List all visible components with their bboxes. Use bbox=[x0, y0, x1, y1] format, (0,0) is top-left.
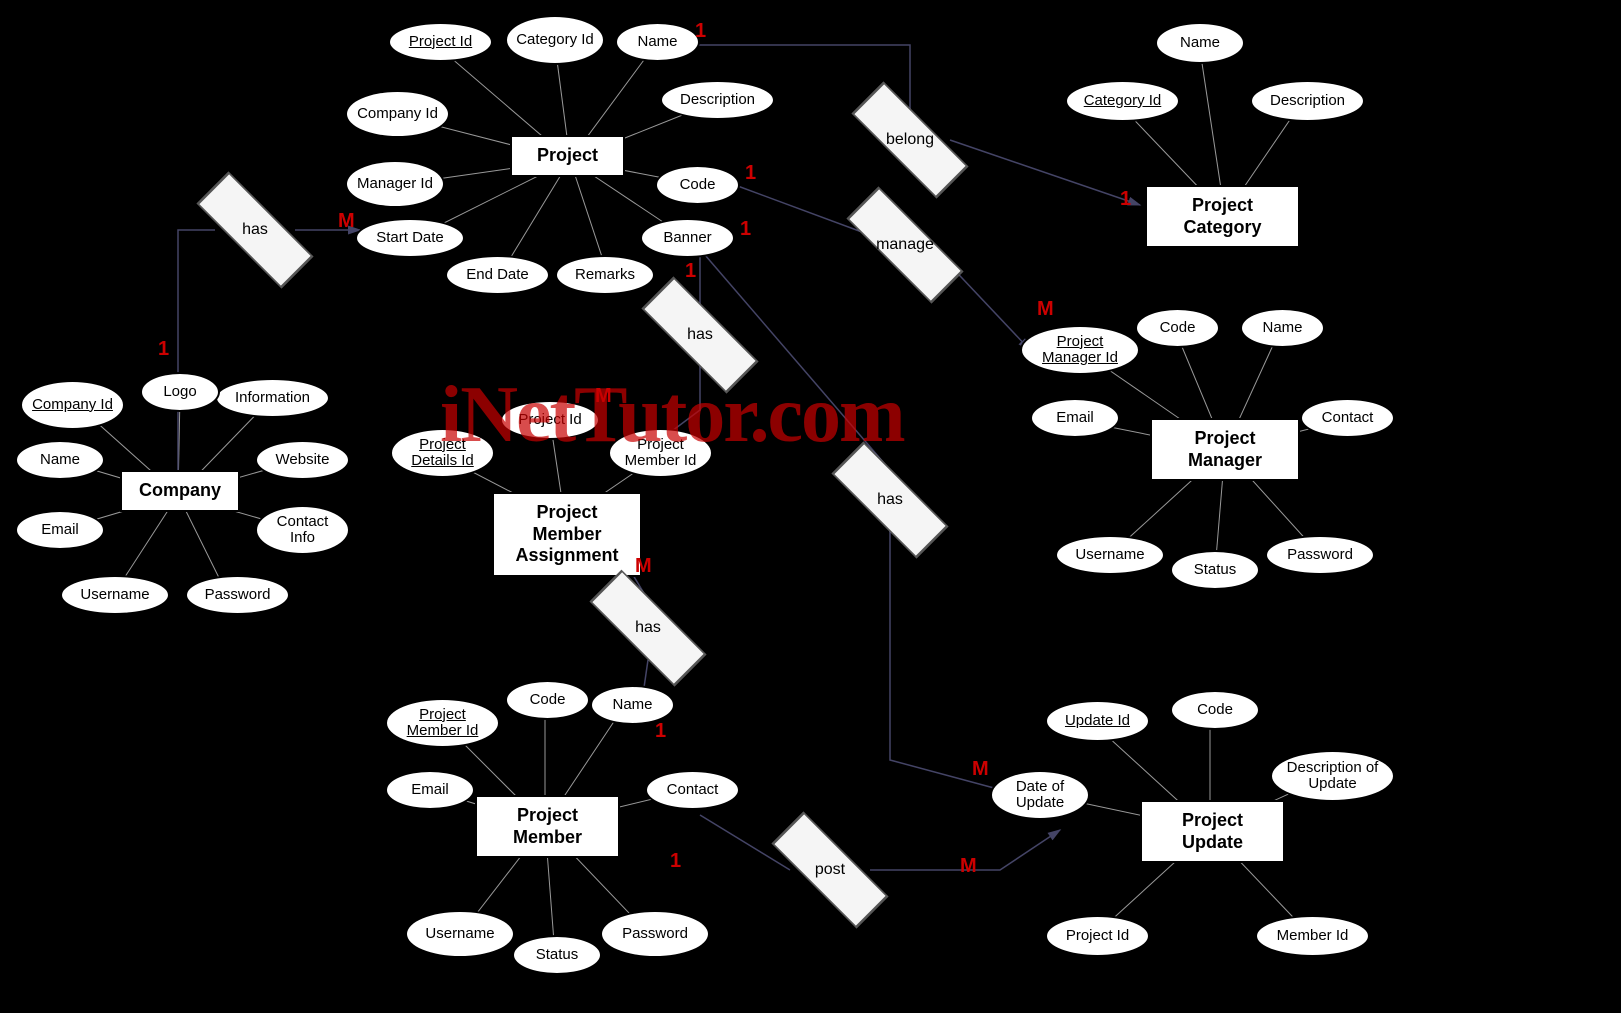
attr-pm-contact: Contact bbox=[1300, 398, 1395, 438]
attr-pm-name: Name bbox=[1240, 308, 1325, 348]
entity-project: Project bbox=[510, 135, 625, 177]
attr-member-password: Password bbox=[600, 910, 710, 958]
entity-project-manager: Project Manager bbox=[1150, 418, 1300, 481]
attr-project-managerid: Manager Id bbox=[345, 160, 445, 208]
attr-member-code: Code bbox=[505, 680, 590, 720]
attr-company-password: Password bbox=[185, 575, 290, 615]
attr-update-id: Update Id bbox=[1045, 700, 1150, 742]
attr-project-categoryid: Category Id bbox=[505, 15, 605, 65]
attr-pma-memberid: Project Member Id bbox=[608, 428, 713, 478]
attr-update-memberid: Member Id bbox=[1255, 915, 1370, 957]
attr-pm-email: Email bbox=[1030, 398, 1120, 438]
attr-category-name: Name bbox=[1155, 22, 1245, 64]
entity-project-member: Project Member bbox=[475, 795, 620, 858]
rel-has-project-update: has bbox=[840, 470, 940, 530]
attr-pm-code: Code bbox=[1135, 308, 1220, 348]
attr-member-status: Status bbox=[512, 935, 602, 975]
rel-has-project-pma: has bbox=[650, 305, 750, 365]
rel-belong: belong bbox=[860, 110, 960, 170]
rel-has-pma-member: has bbox=[598, 598, 698, 658]
card-pma-M1: M bbox=[595, 385, 612, 408]
attr-pm-password: Password bbox=[1265, 535, 1375, 575]
card-company-1: 1 bbox=[158, 338, 169, 361]
attr-pm-id: Project Manager Id bbox=[1020, 325, 1140, 375]
entity-project-category: Project Category bbox=[1145, 185, 1300, 248]
card-project-1-hasupdate: 1 bbox=[740, 218, 751, 241]
attr-company-email: Email bbox=[15, 510, 105, 550]
card-update-M-post: M bbox=[960, 855, 977, 878]
attr-member-id: Project Member Id bbox=[385, 698, 500, 748]
attr-category-description: Description bbox=[1250, 80, 1365, 122]
attr-member-name: Name bbox=[590, 685, 675, 725]
attr-company-website: Website bbox=[255, 440, 350, 480]
attr-project-companyid: Company Id bbox=[345, 90, 450, 138]
card-project-M: M bbox=[338, 210, 355, 233]
rel-manage: manage bbox=[855, 215, 955, 275]
card-project-1-manage: 1 bbox=[745, 162, 756, 185]
card-member-1: 1 bbox=[655, 720, 666, 743]
attr-pm-username: Username bbox=[1055, 535, 1165, 575]
rel-has-company-project: has bbox=[205, 200, 305, 260]
attr-pma-projectid: Project Id bbox=[500, 400, 600, 440]
attr-company-info: Information bbox=[215, 378, 330, 418]
entity-company: Company bbox=[120, 470, 240, 512]
card-update-M: M bbox=[972, 758, 989, 781]
attr-pm-status: Status bbox=[1170, 550, 1260, 590]
attr-update-code: Code bbox=[1170, 690, 1260, 730]
attr-member-contact: Contact bbox=[645, 770, 740, 810]
attr-project-name: Name bbox=[615, 22, 700, 62]
attr-company-username: Username bbox=[60, 575, 170, 615]
attr-company-logo: Logo bbox=[140, 372, 220, 412]
er-diagram-canvas: iNetTutor.com Company Company Id Name Em… bbox=[0, 0, 1621, 1013]
attr-project-id: Project Id bbox=[388, 22, 493, 62]
rel-post: post bbox=[780, 840, 880, 900]
card-manager-M: M bbox=[1037, 298, 1054, 321]
card-project-1-belong: 1 bbox=[695, 20, 706, 43]
attr-project-enddate: End Date bbox=[445, 255, 550, 295]
attr-member-email: Email bbox=[385, 770, 475, 810]
attr-company-contact: Contact Info bbox=[255, 505, 350, 555]
card-project-1-haspma: 1 bbox=[685, 260, 696, 283]
attr-member-username: Username bbox=[405, 910, 515, 958]
attr-category-id: Category Id bbox=[1065, 80, 1180, 122]
attr-update-date: Date of Update bbox=[990, 770, 1090, 820]
attr-update-projectid: Project Id bbox=[1045, 915, 1150, 957]
attr-project-banner: Banner bbox=[640, 218, 735, 258]
card-category-1: 1 bbox=[1120, 188, 1131, 211]
card-pma-M2: M bbox=[635, 555, 652, 578]
attr-company-id: Company Id bbox=[20, 380, 125, 430]
attr-project-code: Code bbox=[655, 165, 740, 205]
attr-update-description: Description of Update bbox=[1270, 750, 1395, 802]
attr-project-startdate: Start Date bbox=[355, 218, 465, 258]
attr-project-remarks: Remarks bbox=[555, 255, 655, 295]
card-member-1-post: 1 bbox=[670, 850, 681, 873]
attr-pma-id: Project Details Id bbox=[390, 428, 495, 478]
entity-project-update: Project Update bbox=[1140, 800, 1285, 863]
attr-project-description: Description bbox=[660, 80, 775, 120]
entity-pma: Project Member Assignment bbox=[492, 492, 642, 577]
attr-company-name: Name bbox=[15, 440, 105, 480]
